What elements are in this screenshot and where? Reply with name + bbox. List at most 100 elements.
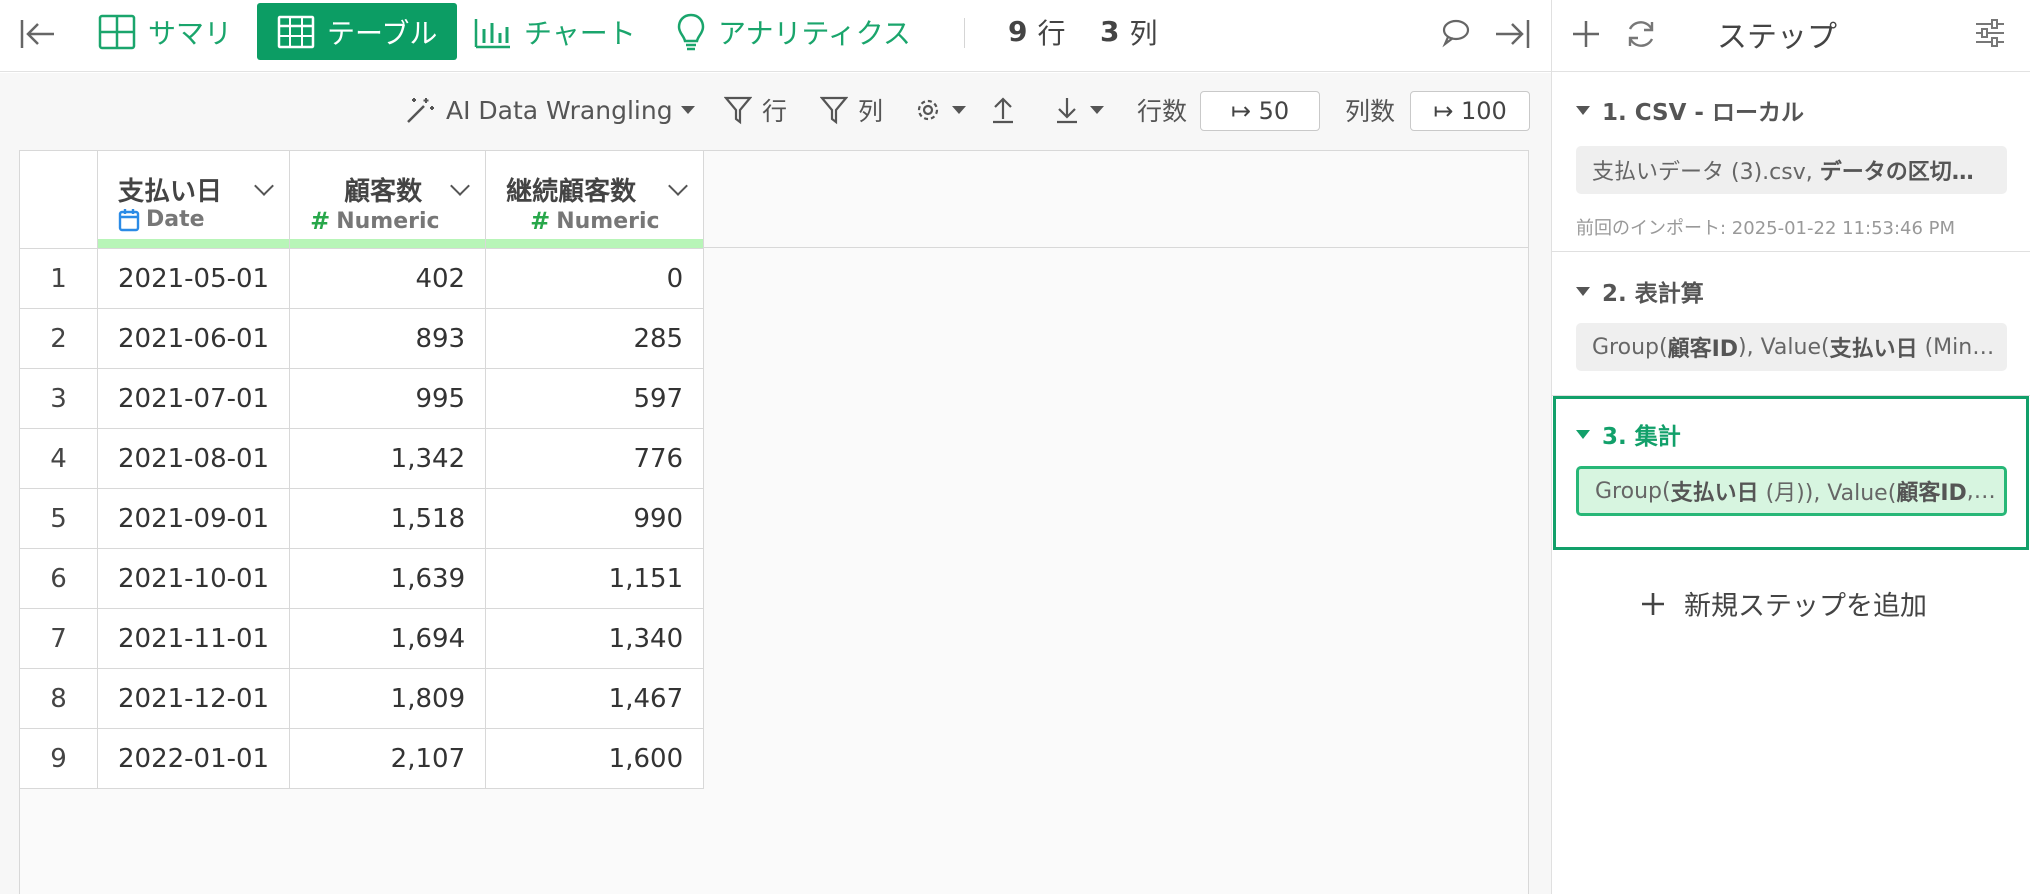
filter-column-label: 列 (858, 97, 884, 126)
customers-cell[interactable]: 1,342 (289, 428, 487, 489)
upload-button[interactable] (990, 89, 1026, 131)
table-row[interactable]: 4 2021-08-01 1,342 776 (19, 428, 705, 489)
add-new-step-button[interactable]: 新規ステップを追加 (1640, 584, 1927, 623)
step-1-text-bold: データの区切… (1819, 160, 1974, 185)
row-index-cell[interactable]: 8 (19, 668, 98, 729)
tab-table[interactable]: テーブル (257, 3, 458, 60)
add-new-step-label: 新規ステップを追加 (1684, 591, 1927, 622)
retained-cell[interactable]: 1,600 (485, 728, 705, 789)
date-cell[interactable]: 2021-10-01 (96, 548, 291, 609)
step-1-text: 支払いデータ (3).csv, (1592, 160, 1820, 185)
comment-icon[interactable] (1440, 16, 1472, 52)
customers-cell[interactable]: 402 (289, 248, 487, 309)
customers-cell[interactable]: 1,809 (289, 668, 487, 729)
filter-column-button[interactable]: 列 (820, 89, 883, 131)
row-index-cell[interactable]: 6 (19, 548, 98, 609)
filter-row-button[interactable]: 行 (724, 89, 787, 131)
customers-cell[interactable]: 1,518 (289, 488, 487, 549)
date-cell[interactable]: 2021-12-01 (96, 668, 291, 729)
step-2-header[interactable]: 2. 表計算 (1576, 274, 1704, 308)
settings-button[interactable] (914, 89, 966, 131)
step-1-import-time: 前回のインポート: 2025-01-22 11:53:46 PM (1576, 218, 1956, 239)
upload-icon (993, 97, 1013, 124)
table-row[interactable]: 7 2021-11-01 1,694 1,340 (19, 608, 705, 669)
customers-cell[interactable]: 1,694 (289, 608, 487, 669)
table-row[interactable]: 9 2022-01-01 2,107 1,600 (19, 728, 705, 789)
chevron-down-icon (680, 106, 695, 114)
table-row[interactable]: 2 2021-06-01 893 285 (19, 308, 705, 369)
customers-cell[interactable]: 1,639 (289, 548, 487, 609)
retained-cell[interactable]: 0 (485, 248, 705, 309)
row-index-cell[interactable]: 3 (19, 368, 98, 429)
column-header-customers[interactable]: 顧客数 # Numeric (289, 150, 487, 249)
row-index-cell[interactable]: 9 (19, 728, 98, 789)
row-limit-input[interactable]: ↦ 50 (1200, 91, 1320, 131)
row-count: 9 行 (1008, 3, 1066, 60)
collapse-left-icon[interactable] (18, 14, 58, 58)
step-1-summary[interactable]: 支払いデータ (3).csv, データの区切… (1576, 146, 2007, 194)
panel-title: ステップ (1717, 20, 1837, 55)
date-cell[interactable]: 2021-09-01 (96, 488, 291, 549)
customers-cell[interactable]: 2,107 (289, 728, 487, 789)
row-index-cell[interactable]: 1 (19, 248, 98, 309)
row-index-cell[interactable]: 7 (19, 608, 98, 669)
sliders-icon[interactable] (1974, 18, 2006, 52)
table-toolbar: AI Data Wrangling 行 列 行数 ↦ 50 列数 ↦ 100 (0, 73, 1551, 150)
tab-chart[interactable]: チャート (474, 3, 636, 60)
step-1-header[interactable]: 1. CSV - ローカル (1576, 93, 1804, 127)
numeric-hash-icon: # (530, 207, 551, 235)
row-index-cell[interactable]: 2 (19, 308, 98, 369)
date-cell[interactable]: 2021-11-01 (96, 608, 291, 669)
retained-cell[interactable]: 1,151 (485, 548, 705, 609)
retained-cell[interactable]: 597 (485, 368, 705, 429)
row-index-cell[interactable]: 5 (19, 488, 98, 549)
table-row[interactable]: 6 2021-10-01 1,639 1,151 (19, 548, 705, 609)
step-2-summary[interactable]: Group(顧客ID), Value(支払い日 (Min… (1576, 323, 2007, 371)
date-cell[interactable]: 2021-08-01 (96, 428, 291, 489)
column-limit-input[interactable]: ↦ 100 (1410, 91, 1530, 131)
column-header-date[interactable]: 支払い日 Date (96, 150, 291, 249)
customers-cell[interactable]: 995 (289, 368, 487, 429)
add-icon[interactable] (1570, 18, 1602, 54)
column-quality-bar (290, 239, 486, 248)
row-index-cell[interactable]: 4 (19, 428, 98, 489)
active-step-highlight (1553, 396, 2029, 550)
step-2-text-bold: 顧客ID (1667, 337, 1739, 362)
date-cell[interactable]: 2021-06-01 (96, 308, 291, 369)
tab-summary[interactable]: サマリ (98, 3, 232, 60)
retained-cell[interactable]: 285 (485, 308, 705, 369)
chevron-down-icon[interactable] (668, 176, 689, 196)
filter-icon (724, 96, 752, 125)
table-row[interactable]: 8 2021-12-01 1,809 1,467 (19, 668, 705, 729)
column-count-unit: 列 (1129, 16, 1158, 50)
retained-cell[interactable]: 990 (485, 488, 705, 549)
gear-icon (917, 99, 939, 121)
table-row[interactable]: 5 2021-09-01 1,518 990 (19, 488, 705, 549)
retained-cell[interactable]: 1,340 (485, 608, 705, 669)
table-row[interactable]: 3 2021-07-01 995 597 (19, 368, 705, 429)
chevron-down-icon[interactable] (254, 176, 275, 196)
column-type: Date (118, 207, 205, 232)
column-type-label: Numeric (556, 208, 660, 234)
numeric-hash-icon: # (310, 207, 331, 235)
tab-analytics[interactable]: アナリティクス (676, 3, 911, 60)
row-limit-text: 行数 (1137, 97, 1188, 126)
step-1-title: 1. CSV - ローカル (1602, 100, 1804, 126)
customers-cell[interactable]: 893 (289, 308, 487, 369)
step-divider (1552, 251, 2030, 252)
bar-chart-icon (474, 18, 510, 48)
retained-cell[interactable]: 1,467 (485, 668, 705, 729)
refresh-icon[interactable] (1624, 17, 1658, 55)
retained-cell[interactable]: 776 (485, 428, 705, 489)
collapse-right-icon[interactable] (1492, 14, 1532, 58)
column-header-retained[interactable]: 継続顧客数 # Numeric (485, 150, 705, 249)
download-button[interactable] (1054, 89, 1104, 131)
chevron-down-icon[interactable] (450, 176, 471, 196)
date-cell[interactable]: 2021-05-01 (96, 248, 291, 309)
date-cell[interactable]: 2022-01-01 (96, 728, 291, 789)
ai-data-wrangling-button[interactable]: AI Data Wrangling (404, 89, 695, 131)
table-row[interactable]: 1 2021-05-01 402 0 (19, 248, 705, 309)
tab-table-label: テーブル (327, 16, 438, 50)
step-2-title: 2. 表計算 (1602, 281, 1704, 307)
date-cell[interactable]: 2021-07-01 (96, 368, 291, 429)
